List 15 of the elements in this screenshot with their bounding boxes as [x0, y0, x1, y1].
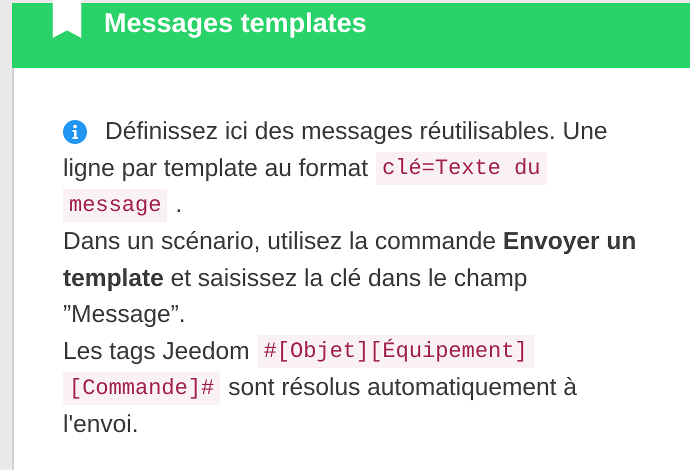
- paragraph-text: ligne par template au format: [63, 154, 368, 183]
- paragraph-text: Définissez ici des messages réutilisables. Une: [105, 118, 608, 146]
- code-snippet: #[Objet][Équipement]: [258, 335, 534, 368]
- paragraph-text: .: [175, 191, 182, 220]
- paragraph-text: Les tags Jeedom: [63, 338, 250, 366]
- code-snippet: message: [63, 188, 168, 222]
- paragraph-text: ”Message”.: [63, 301, 186, 330]
- code-snippet: clé=Texte du: [376, 152, 546, 186]
- section-title: Messages templates: [104, 8, 367, 39]
- paragraph-text: l'envoi.: [63, 411, 138, 440]
- paragraph-text: template et saisissez la clé dans le champ: [63, 264, 528, 293]
- paragraph-text: sont résolus automatiquement à: [228, 374, 577, 402]
- paragraph-text: Dans un scénario, utilisez la commande Envoyer un: [63, 228, 636, 256]
- code-snippet: [Commande]#: [63, 372, 220, 405]
- bookmark-icon: [52, 0, 82, 38]
